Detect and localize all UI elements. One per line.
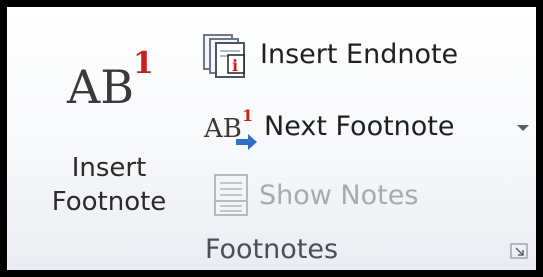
dialog-launcher-icon[interactable]: [510, 243, 528, 259]
insert-footnote-icon: AB 1: [66, 46, 154, 109]
insert-endnote-icon: i: [203, 34, 245, 78]
insert-footnote-label-line2: Footnote: [51, 187, 167, 217]
next-footnote-label: Next Footnote: [264, 111, 455, 142]
footnotes-ribbon-group: AB 1 Insert Footnote i Insert Endnote AB…: [0, 0, 543, 277]
insert-footnote-icon-letters: AB: [66, 60, 134, 109]
next-footnote-button[interactable]: AB 1 Next Footnote: [202, 101, 532, 153]
next-footnote-icon: AB 1: [203, 107, 257, 150]
insert-endnote-button[interactable]: i Insert Endnote: [202, 29, 512, 81]
show-notes-label: Show Notes: [259, 180, 419, 211]
chevron-down-icon[interactable]: [514, 101, 532, 153]
group-title: Footnotes: [204, 234, 339, 265]
show-notes-button[interactable]: Show Notes: [202, 170, 472, 222]
insert-endnote-label: Insert Endnote: [260, 39, 459, 70]
insert-footnote-label: Insert Footnote: [25, 151, 193, 219]
insert-footnote-label-line1: Insert: [71, 153, 147, 183]
show-notes-icon: [214, 174, 248, 216]
insert-endnote-icon-superscript: i: [232, 56, 238, 75]
insert-footnote-button[interactable]: AB 1 Insert Footnote: [25, 21, 193, 231]
next-footnote-icon-superscript: 1: [242, 107, 253, 125]
insert-footnote-icon-superscript: 1: [133, 46, 154, 81]
